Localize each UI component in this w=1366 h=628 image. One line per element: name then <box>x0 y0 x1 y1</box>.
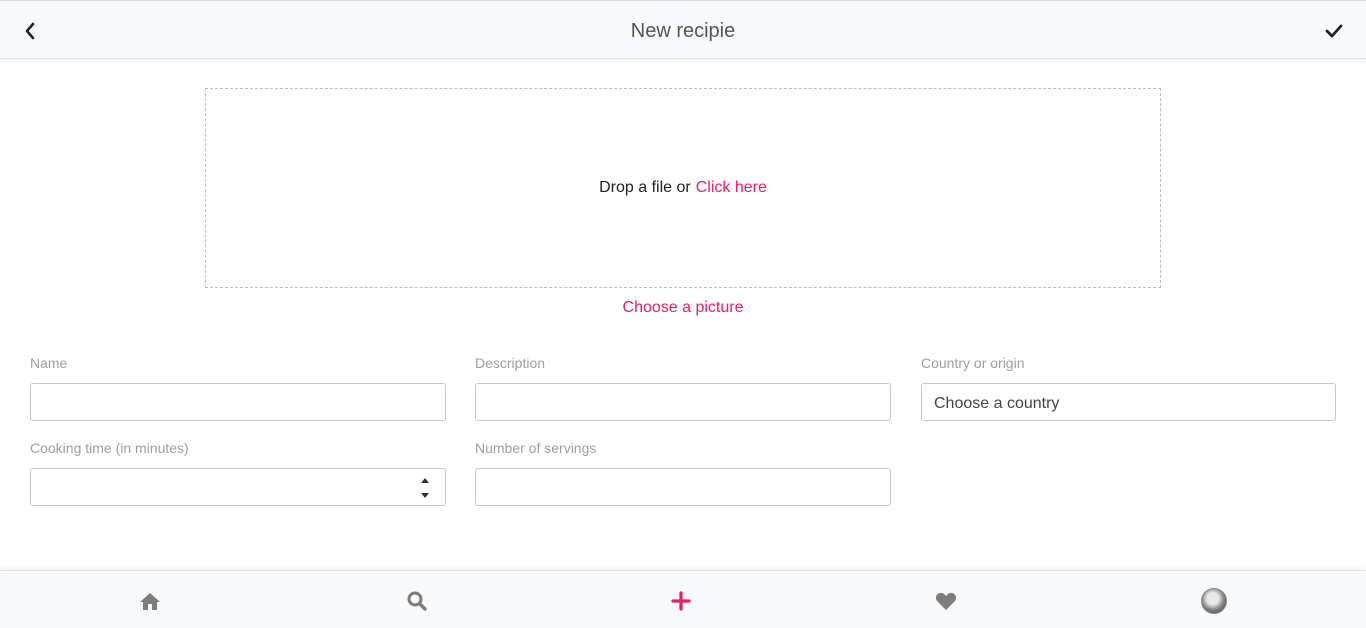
servings-label: Number of servings <box>475 440 597 456</box>
bottom-nav <box>0 570 1366 628</box>
servings-input[interactable] <box>475 468 891 506</box>
name-field-group: Name <box>30 355 446 421</box>
name-label: Name <box>30 355 68 371</box>
description-label: Description <box>475 355 546 371</box>
choose-picture-link[interactable]: Choose a picture <box>623 299 744 316</box>
choose-picture-area: Choose a picture <box>0 299 1366 317</box>
cooking-time-input[interactable] <box>30 468 446 506</box>
nav-profile[interactable] <box>1200 587 1228 615</box>
page-title: New recipie <box>630 20 736 42</box>
stepper-down-icon[interactable] <box>421 493 429 498</box>
description-input[interactable] <box>475 383 891 421</box>
heart-icon <box>935 592 957 610</box>
stepper-up-icon[interactable] <box>421 478 429 483</box>
country-field-group: Country or origin Choose a country <box>921 355 1336 421</box>
dropzone-prompt: Drop a file or <box>599 179 691 196</box>
home-icon <box>140 593 160 610</box>
click-here-link[interactable]: Click here <box>696 179 767 197</box>
servings-field-group: Number of servings <box>475 440 891 506</box>
cooking-time-field-group: Cooking time (in minutes) <box>30 440 446 506</box>
avatar <box>1201 588 1227 614</box>
save-button[interactable] <box>1322 19 1346 43</box>
nav-favorites[interactable] <box>932 587 960 615</box>
nav-add[interactable] <box>667 587 695 615</box>
nav-search[interactable] <box>403 587 431 615</box>
cooking-time-label: Cooking time (in minutes) <box>30 440 189 456</box>
top-bar: New recipie <box>0 0 1366 59</box>
search-icon <box>407 591 427 611</box>
plus-icon <box>671 591 691 611</box>
country-select[interactable]: Choose a country <box>921 383 1336 421</box>
description-field-group: Description <box>475 355 891 421</box>
country-label: Country or origin <box>921 355 1025 371</box>
file-dropzone[interactable]: Drop a file or Click here <box>205 88 1161 288</box>
checkmark-icon <box>1325 24 1343 38</box>
nav-home[interactable] <box>136 587 164 615</box>
number-stepper[interactable] <box>419 478 431 498</box>
name-input[interactable] <box>30 383 446 421</box>
